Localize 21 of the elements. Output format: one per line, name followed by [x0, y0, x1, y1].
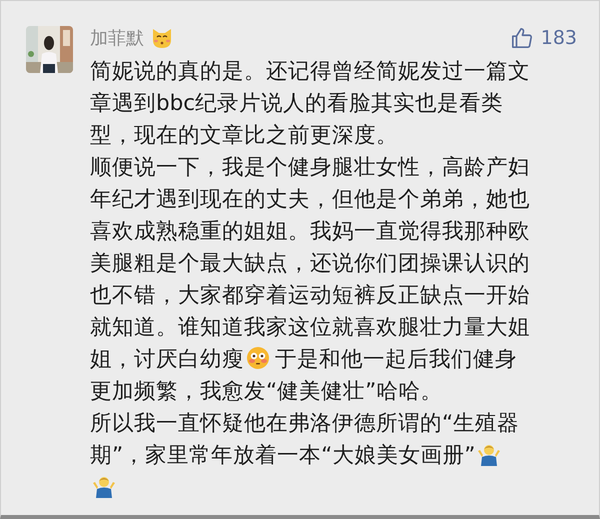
thumbs-up-icon[interactable]	[510, 27, 533, 49]
shrugging-person-icon	[92, 474, 116, 498]
like-count: 183	[540, 27, 577, 49]
comment-text: 姐，讨厌白幼瘦	[90, 346, 244, 372]
comment-text: 就知道。谁知道我家这位就喜欢腿壮力量大姐	[90, 314, 530, 340]
comment-text: 章遇到bbc纪录片说人的看脸其实也是看类	[90, 90, 504, 116]
comment-text: 喜欢成熟稳重的姐姐。我妈一直觉得我那种欧	[90, 218, 530, 244]
comment-text: 美腿粗是个最大缺点，还说你们团操课认识的	[90, 250, 530, 276]
comment-text: 年纪才遇到现在的丈夫，但他是个弟弟，她也	[90, 186, 530, 212]
comment-text: 简妮说的真的是。还记得曾经简妮发过一篇文	[90, 58, 530, 84]
shrugging-person-icon	[477, 442, 502, 466]
comment-text: 期”，家里常年放着一本“大娘美女画册”	[90, 442, 476, 468]
comment-text: 所以我一直怀疑他在弗洛伊德所谓的“生殖器	[90, 410, 520, 436]
author-name: 加菲默	[90, 27, 144, 50]
comment-text: 也不错，大家都穿着运动短裤反正缺点一开始	[90, 282, 530, 308]
comment-text: 型，现在的文章比之前更深度。	[90, 122, 398, 148]
cat-face-icon	[150, 26, 174, 50]
comment-text: 顺便说一下，我是个健身腿壮女性，高龄产妇	[90, 154, 530, 180]
comment-text: 更加频繁，我愈发“健美健壮”哈哈。	[90, 378, 442, 404]
flushed-face-icon	[246, 346, 270, 370]
comment-text: 于是和他一起后我们健身	[275, 346, 517, 372]
